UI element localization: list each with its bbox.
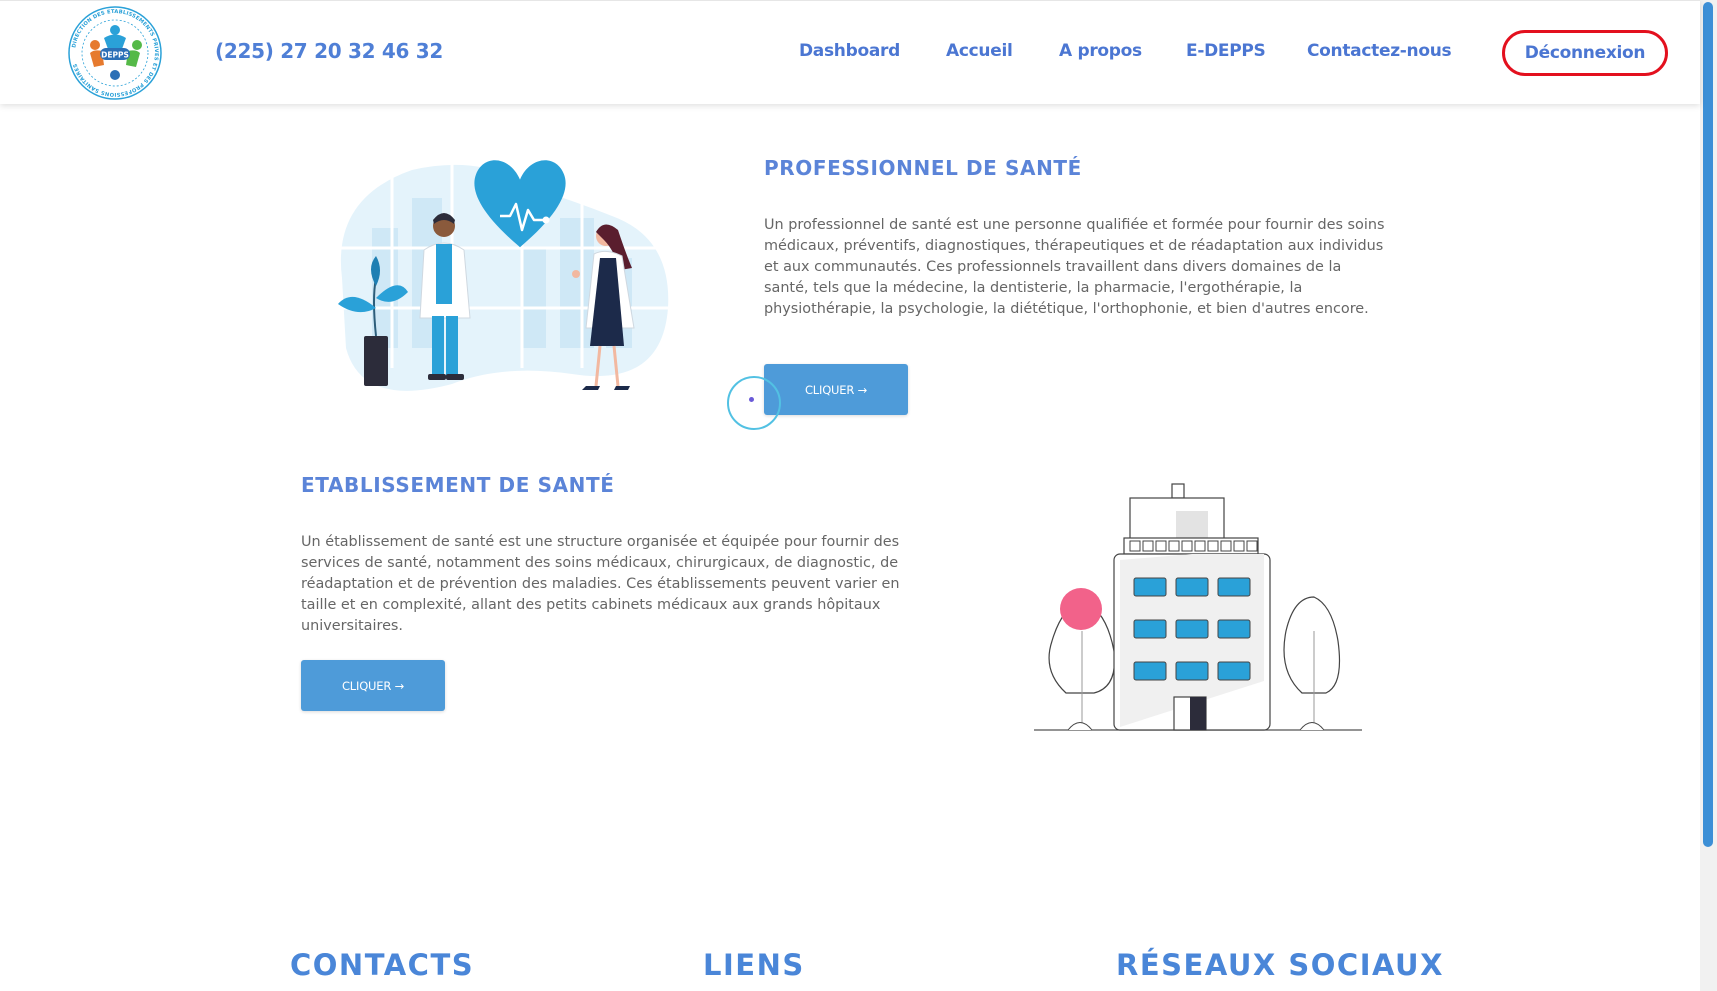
- header-phone-number: (225) 27 20 32 46 32: [215, 39, 444, 63]
- section-title-etablissement: ETABLISSEMENT DE SANTÉ: [301, 473, 615, 497]
- health-professionals-illustration: [332, 158, 672, 391]
- cliquer-button-etablissement[interactable]: CLIQUER →: [301, 660, 445, 711]
- footer-title-contacts: CONTACTS: [290, 948, 475, 982]
- nav-link-contactez-nous[interactable]: Contactez-nous: [1307, 41, 1452, 61]
- cursor-dot: [749, 397, 754, 402]
- section-title-professionnel: PROFESSIONNEL DE SANTÉ: [764, 156, 1082, 180]
- nav-link-accueil[interactable]: Accueil: [946, 41, 1013, 61]
- nav-link-a-propos[interactable]: A propos: [1059, 41, 1142, 61]
- footer-title-liens: LIENS: [703, 948, 805, 982]
- section-text-etablissement: Un établissement de santé est une struct…: [301, 534, 900, 634]
- vertical-scrollbar[interactable]: [1700, 0, 1717, 991]
- footer-title-reseaux-sociaux: RÉSEAUX SOCIAUX: [1116, 948, 1444, 982]
- section-text-professionnel: Un professionnel de santé est une person…: [764, 217, 1385, 317]
- logout-button[interactable]: Déconnexion: [1502, 30, 1668, 76]
- site-header: DEPPS DIRECTION DES ETABLISSEMENTS PRIVE…: [0, 0, 1700, 104]
- logo-acronym: DEPPS: [101, 51, 129, 60]
- scrollbar-thumb[interactable]: [1703, 2, 1713, 847]
- cursor-ring: [727, 376, 781, 430]
- hospital-building-illustration: [1034, 483, 1362, 731]
- depps-logo[interactable]: DEPPS DIRECTION DES ETABLISSEMENTS PRIVE…: [64, 5, 166, 101]
- cliquer-button-professionnel[interactable]: CLIQUER →: [764, 364, 908, 415]
- nav-link-e-depps[interactable]: E-DEPPS: [1186, 41, 1266, 61]
- nav-link-dashboard[interactable]: Dashboard: [799, 41, 900, 61]
